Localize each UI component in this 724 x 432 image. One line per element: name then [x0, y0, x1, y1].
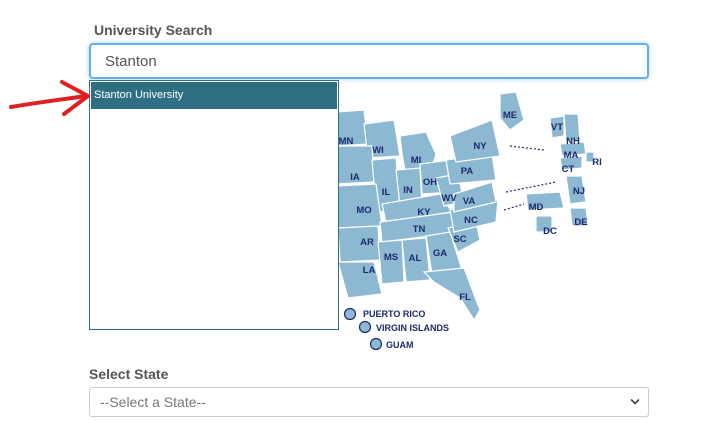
label-vt: VT — [551, 122, 563, 133]
territory-dot-guam[interactable] — [369, 337, 383, 351]
label-sc: SC — [453, 234, 466, 245]
label-al: AL — [409, 253, 422, 264]
label-oh: OH — [423, 177, 437, 188]
label-ri: RI — [592, 157, 602, 168]
label-dc: DC — [543, 226, 557, 237]
autocomplete-dropdown: Stanton University — [89, 80, 339, 330]
label-me: ME — [503, 110, 517, 121]
label-va: VA — [463, 196, 476, 207]
label-mo: MO — [356, 205, 371, 216]
label-ia: IA — [350, 172, 360, 183]
territory-dot-virgin-islands[interactable] — [358, 320, 372, 334]
autocomplete-option[interactable]: Stanton University — [91, 82, 337, 109]
label-ct: CT — [562, 164, 575, 175]
label-la: LA — [363, 265, 376, 276]
label-ar: AR — [360, 237, 374, 248]
label-wi: WI — [372, 145, 384, 156]
label-de: DE — [574, 217, 587, 228]
label-ma: MA — [564, 150, 579, 161]
chevron-down-icon — [630, 399, 640, 405]
label-nj: NJ — [573, 186, 585, 197]
university-search-input[interactable] — [89, 43, 649, 79]
label-nc: NC — [464, 215, 478, 226]
state-la[interactable] — [337, 261, 383, 299]
red-arrow-annotation — [9, 80, 90, 116]
label-il: IL — [382, 187, 391, 198]
state-select-value: --Select a State-- — [100, 394, 206, 410]
label-ny: NY — [473, 141, 487, 152]
label-mn: MN — [339, 136, 354, 147]
label-puerto-rico: PUERTO RICO — [363, 309, 425, 319]
label-guam: GUAM — [386, 340, 414, 350]
label-ms: MS — [384, 252, 398, 263]
label-mi: MI — [411, 155, 422, 166]
label-virgin-islands: VIRGIN ISLANDS — [376, 323, 449, 333]
label-nh: NH — [566, 136, 580, 147]
label-pa: PA — [461, 166, 474, 177]
label-fl: FL — [459, 292, 471, 303]
label-in: IN — [403, 185, 413, 196]
university-search-label: University Search — [94, 22, 213, 38]
state-fl[interactable] — [422, 267, 481, 322]
label-md: MD — [529, 202, 544, 213]
label-ky: KY — [417, 207, 431, 218]
label-wv: WV — [441, 193, 457, 204]
select-state-label: Select State — [89, 366, 169, 382]
label-ga: GA — [433, 248, 447, 259]
state-select[interactable]: --Select a State-- — [89, 387, 649, 417]
label-tn: TN — [413, 224, 426, 235]
territory-dot-puerto-rico[interactable] — [343, 307, 357, 321]
